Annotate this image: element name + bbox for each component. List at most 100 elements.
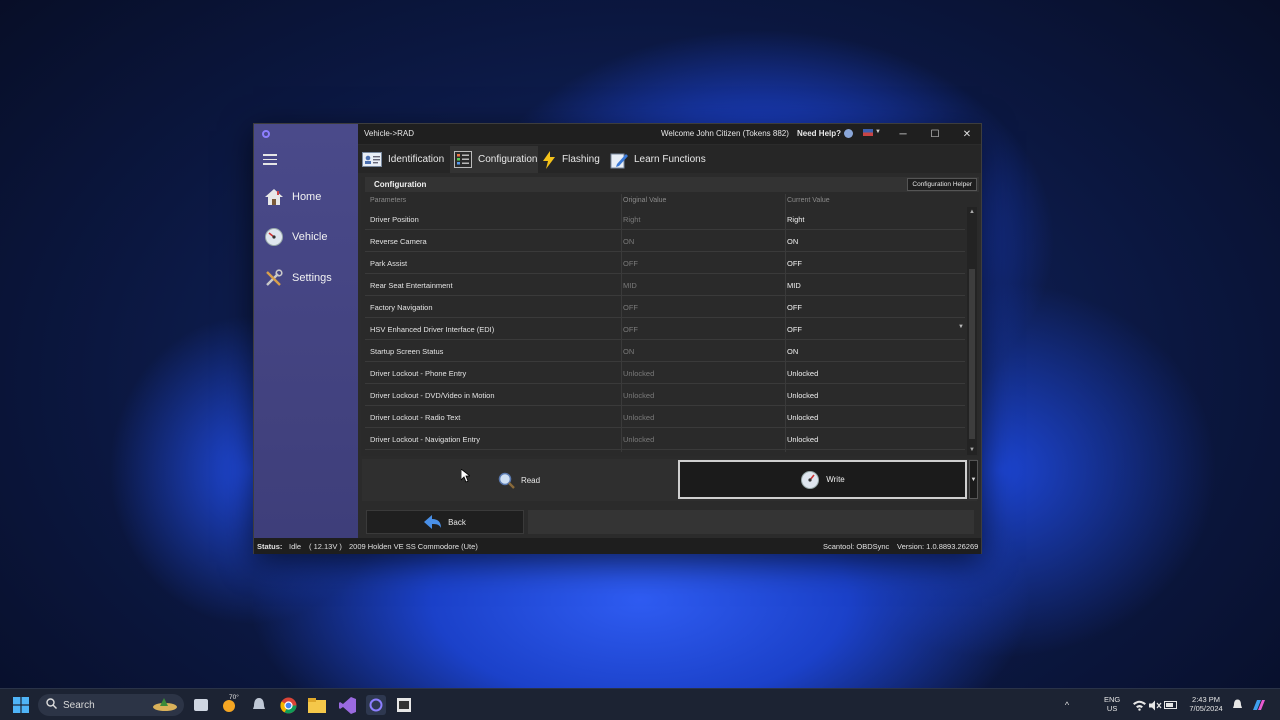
current-value[interactable]: ON xyxy=(787,347,798,356)
status-label: Status: xyxy=(257,542,283,551)
table-row[interactable]: Factory Navigation OFF OFF xyxy=(365,296,965,318)
need-help-link[interactable]: Need Help? xyxy=(797,129,841,138)
original-value: MID xyxy=(623,281,637,290)
section-header: Configuration Configuration Helper xyxy=(365,177,979,192)
tray-overflow-icon[interactable]: ^ xyxy=(1057,695,1077,715)
back-button[interactable]: Back xyxy=(366,510,524,534)
vehicle-name: 2009 Holden VE SS Commodore (Ute) xyxy=(349,542,478,551)
current-value[interactable]: Unlocked xyxy=(787,435,818,444)
sidebar-item-label: Settings xyxy=(292,272,332,284)
tab-learn-functions[interactable]: Learn Functions xyxy=(610,146,708,173)
table-row[interactable]: Driver Lockout - Navigation Entry Unlocke… xyxy=(365,428,965,450)
section-title: Configuration xyxy=(374,180,427,189)
tab-label: Flashing xyxy=(562,154,600,165)
current-value-select[interactable]: OFF xyxy=(787,325,802,334)
lightning-icon xyxy=(542,150,556,169)
copilot-icon[interactable] xyxy=(1249,695,1269,715)
read-label: Read xyxy=(520,475,541,485)
param-name: Reverse Camera xyxy=(370,237,427,246)
table-row[interactable]: Driver Lockout - Radio Text Unlocked Unloc… xyxy=(365,406,965,428)
write-button[interactable]: Write xyxy=(678,460,967,499)
table-row[interactable]: Driver Lockout - DVD/Video in Motion Unlo… xyxy=(365,384,965,406)
notifications-icon[interactable] xyxy=(1227,695,1247,715)
param-name: Factory Navigation xyxy=(370,303,433,312)
table-row[interactable]: Startup Screen Status ON ON xyxy=(365,340,965,362)
welcome-text: Welcome John Citizen (Tokens 882) xyxy=(661,129,789,138)
magnifier-icon xyxy=(498,472,515,489)
app-window-icon[interactable] xyxy=(394,695,414,715)
back-arrow-icon xyxy=(424,515,442,529)
table-row[interactable]: Driver Position Right Right xyxy=(365,208,965,230)
original-value: ON xyxy=(623,347,635,356)
original-value: ON xyxy=(623,237,635,246)
current-value[interactable]: MID xyxy=(787,281,801,290)
maximize-button[interactable]: ☐ xyxy=(924,127,946,141)
chrome-icon[interactable] xyxy=(278,695,298,715)
tab-label: Identification xyxy=(388,154,445,165)
gauge-icon xyxy=(263,226,285,248)
current-value[interactable]: Unlocked xyxy=(787,413,818,422)
current-value[interactable]: OFF xyxy=(787,259,802,268)
current-value[interactable]: Unlocked xyxy=(787,391,818,400)
battery-icon[interactable] xyxy=(1161,695,1181,715)
original-value: Unlocked xyxy=(623,435,655,444)
tab-identification[interactable]: Identification xyxy=(362,146,448,173)
table-row[interactable]: Reverse Camera ON ON xyxy=(365,230,965,252)
write-options-dropdown[interactable]: ▼ xyxy=(969,460,978,499)
scroll-up-icon[interactable]: ▲ xyxy=(969,209,975,215)
table-row[interactable]: Park Assist OFF OFF xyxy=(365,252,965,274)
sidebar-item-home[interactable]: Home xyxy=(254,180,358,214)
obdsync-app-icon[interactable] xyxy=(366,695,386,715)
close-button[interactable]: ✕ xyxy=(956,127,978,141)
vertical-scrollbar[interactable]: ▲ ▼ xyxy=(967,207,977,455)
scantool-info: Scantool: OBDSync xyxy=(823,542,890,551)
windows-start-icon[interactable] xyxy=(11,695,31,715)
pencil-icon xyxy=(610,151,628,169)
sidebar-item-settings[interactable]: Settings xyxy=(254,261,358,295)
visual-studio-icon[interactable] xyxy=(337,695,357,715)
hamburger-menu-icon[interactable] xyxy=(263,154,277,165)
scrollbar-thumb[interactable] xyxy=(969,269,975,439)
notification-bell-icon[interactable] xyxy=(249,695,269,715)
help-icon[interactable] xyxy=(844,129,853,138)
tools-icon xyxy=(263,267,285,289)
task-view-icon[interactable] xyxy=(191,695,211,715)
current-value[interactable]: Unlocked xyxy=(787,369,818,378)
status-state: Idle xyxy=(289,542,302,551)
clock[interactable]: 2:43 PM 7/05/2024 xyxy=(1186,695,1226,713)
file-explorer-icon[interactable] xyxy=(307,695,327,715)
table-row[interactable]: HSV Enhanced Driver Interface (EDI) OFF OF… xyxy=(365,318,965,340)
chevron-down-icon[interactable]: ▼ xyxy=(875,129,881,135)
tab-configuration[interactable]: Configuration xyxy=(450,146,538,173)
sidebar-item-label: Home xyxy=(292,191,322,203)
region-text: US xyxy=(1106,704,1118,713)
id-card-icon xyxy=(362,152,382,167)
back-label: Back xyxy=(448,517,466,527)
sidebar-item-vehicle[interactable]: Vehicle xyxy=(254,220,358,254)
weather-temp: 70° xyxy=(229,694,239,701)
action-bar: Read Write ▼ xyxy=(362,459,978,501)
param-name: Driver Position xyxy=(370,215,419,224)
home-icon xyxy=(263,186,285,208)
language-flag-icon[interactable] xyxy=(863,129,873,136)
parameter-grid: Driver Position Right Right Reverse Camera… xyxy=(365,208,965,450)
tab-flashing[interactable]: Flashing xyxy=(542,146,604,173)
read-button[interactable]: Read xyxy=(362,459,676,501)
original-value: Unlocked xyxy=(623,413,655,422)
table-row[interactable]: Rear Seat Entertainment MID MID xyxy=(365,274,965,296)
original-value: OFF xyxy=(623,259,638,268)
table-row[interactable]: Driver Lockout - Phone Entry Unlocked Unlo… xyxy=(365,362,965,384)
main-panel: Vehicle->RAD Welcome John Citizen (Token… xyxy=(358,124,981,538)
scroll-down-icon[interactable]: ▼ xyxy=(969,447,975,453)
search-placeholder: Search xyxy=(63,699,95,711)
current-value[interactable]: OFF xyxy=(787,303,802,312)
taskbar: Search 70° ^ ENG US 2:43 PM 7/05/2024 xyxy=(0,688,1280,720)
configuration-helper-button[interactable]: Configuration Helper xyxy=(907,178,977,191)
chevron-down-icon[interactable]: ▼ xyxy=(958,324,964,330)
current-value[interactable]: ON xyxy=(787,237,798,246)
taskbar-search-input[interactable]: Search xyxy=(38,694,184,716)
minimize-button[interactable]: ─ xyxy=(892,127,914,141)
input-language[interactable]: ENG US xyxy=(1104,695,1120,713)
current-value[interactable]: Right xyxy=(787,215,805,224)
write-label: Write xyxy=(826,475,845,484)
